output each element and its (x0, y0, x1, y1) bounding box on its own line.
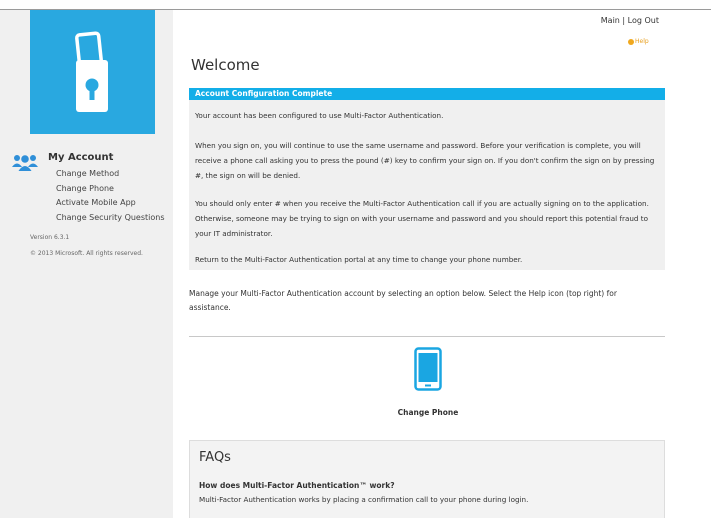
help-button[interactable]: Help (628, 38, 649, 45)
logout-link[interactable]: Log Out (628, 16, 659, 25)
change-method-link[interactable]: Change Method (56, 167, 165, 182)
phone-lock-icon (75, 31, 108, 112)
activate-mobile-app-link[interactable]: Activate Mobile App (56, 196, 165, 211)
help-icon (628, 38, 634, 45)
alert-paragraph-4: Return to the Multi-Factor Authenticatio… (195, 255, 523, 264)
version-text: Version 6.3.1 (30, 234, 70, 241)
faq-question: How does Multi-Factor Authentication™ wo… (199, 481, 395, 490)
brand-logo (30, 10, 155, 134)
change-security-questions-link[interactable]: Change Security Questions (56, 211, 165, 226)
copyright-text: © 2013 Microsoft. All rights reserved. (30, 250, 143, 257)
page-title: Welcome (191, 56, 260, 74)
manage-instructions: Manage your Multi-Factor Authentication … (189, 289, 617, 312)
change-phone-label: Change Phone (397, 408, 459, 417)
faq-section: FAQs How does Multi-Factor Authenticatio… (189, 440, 665, 518)
my-account-title: My Account (48, 152, 114, 163)
alert-paragraph-2: When you sign on, you will continue to u… (195, 141, 655, 180)
users-icon (12, 153, 38, 175)
faq-title: FAQs (199, 450, 231, 465)
mobile-phone-icon (414, 347, 442, 391)
main-link[interactable]: Main (601, 16, 620, 25)
change-phone-link[interactable]: Change Phone (56, 182, 165, 197)
top-links: Main | Log Out (601, 16, 659, 25)
change-phone-option[interactable]: Change Phone (389, 344, 467, 422)
sidebar: My Account Change Method Change Phone Ac… (0, 10, 173, 518)
section-divider (189, 336, 665, 337)
alert-paragraph-3: You should only enter # when you receive… (195, 199, 649, 238)
alert-header: Account Configuration Complete (189, 88, 665, 100)
top-links-separator: | (619, 16, 628, 25)
alert-body: Your account has been configured to use … (189, 100, 665, 270)
account-menu: Change Method Change Phone Activate Mobi… (56, 167, 165, 225)
help-label: Help (635, 38, 649, 45)
alert-paragraph-1: Your account has been configured to use … (195, 111, 444, 120)
faq-answer: Multi-Factor Authentication works by pla… (199, 495, 529, 504)
